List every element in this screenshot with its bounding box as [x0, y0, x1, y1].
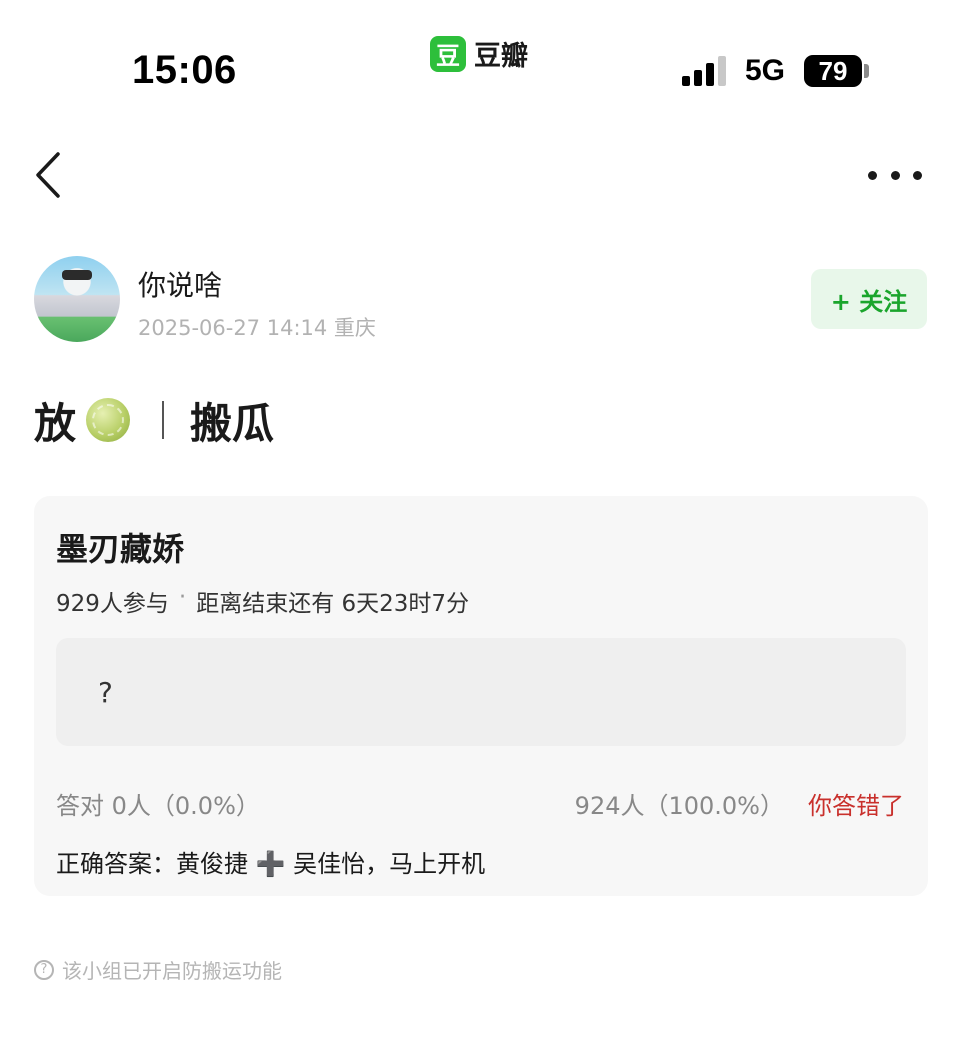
signal-icon	[682, 56, 726, 86]
battery-icon: 79	[804, 55, 862, 87]
more-dot	[890, 170, 900, 180]
back-icon[interactable]	[30, 148, 70, 202]
title-prefix: 放	[34, 398, 77, 448]
question-circle-icon[interactable]: ?	[34, 959, 54, 980]
participant-count: 929人参与	[56, 591, 169, 617]
quiz-title: 墨刃藏娇	[56, 530, 185, 568]
quiz-option[interactable]: ?	[56, 638, 906, 746]
option-text: ?	[98, 676, 113, 709]
countdown: 距离结束还有 6天23时7分	[196, 591, 470, 617]
post-meta: 2025-06-27 14:14 重庆	[138, 316, 376, 340]
quiz-stats: 929人参与 · 距离结束还有 6天23时7分	[56, 584, 469, 618]
separator-dot: ·	[178, 584, 187, 610]
correct-answer: 正确答案：黄俊捷 ➕ 吴佳怡，马上开机	[56, 850, 486, 878]
author-name[interactable]: 你说啥	[138, 264, 222, 304]
douban-app-icon: 豆	[430, 35, 466, 72]
anti-repost-note: ? 该小组已开启防搬运功能	[34, 955, 282, 984]
app-name: 豆瓣	[474, 41, 528, 72]
result-summary: 924人（100.0%） 你答错了	[575, 786, 904, 821]
quiz-card: 墨刃藏娇 929人参与 · 距离结束还有 6天23时7分 ? 答对 0人（0.0…	[34, 496, 928, 896]
wrong-answer-label: 你答错了	[808, 792, 904, 820]
title-suffix: 搬瓜	[190, 398, 275, 448]
post-title: 放 搬瓜	[34, 392, 274, 448]
status-bar: 15:06 豆 豆瓣 5G 79	[0, 0, 960, 120]
title-divider	[162, 401, 165, 439]
follow-button[interactable]: + 关注	[811, 269, 927, 329]
more-dot	[868, 170, 877, 180]
melon-icon	[86, 398, 131, 442]
network-label: 5G	[745, 54, 786, 87]
more-icon[interactable]	[868, 160, 922, 190]
answer-count: 924人（100.0%）	[574, 792, 784, 820]
avatar[interactable]	[34, 256, 120, 342]
anti-repost-text: 该小组已开启防搬运功能	[62, 959, 282, 983]
status-time: 15:06	[132, 48, 237, 92]
more-dot	[913, 170, 922, 180]
battery-cap	[864, 64, 869, 78]
correct-count: 答对 0人（0.0%）	[56, 792, 260, 820]
app-badge: 豆 豆瓣	[430, 34, 528, 73]
